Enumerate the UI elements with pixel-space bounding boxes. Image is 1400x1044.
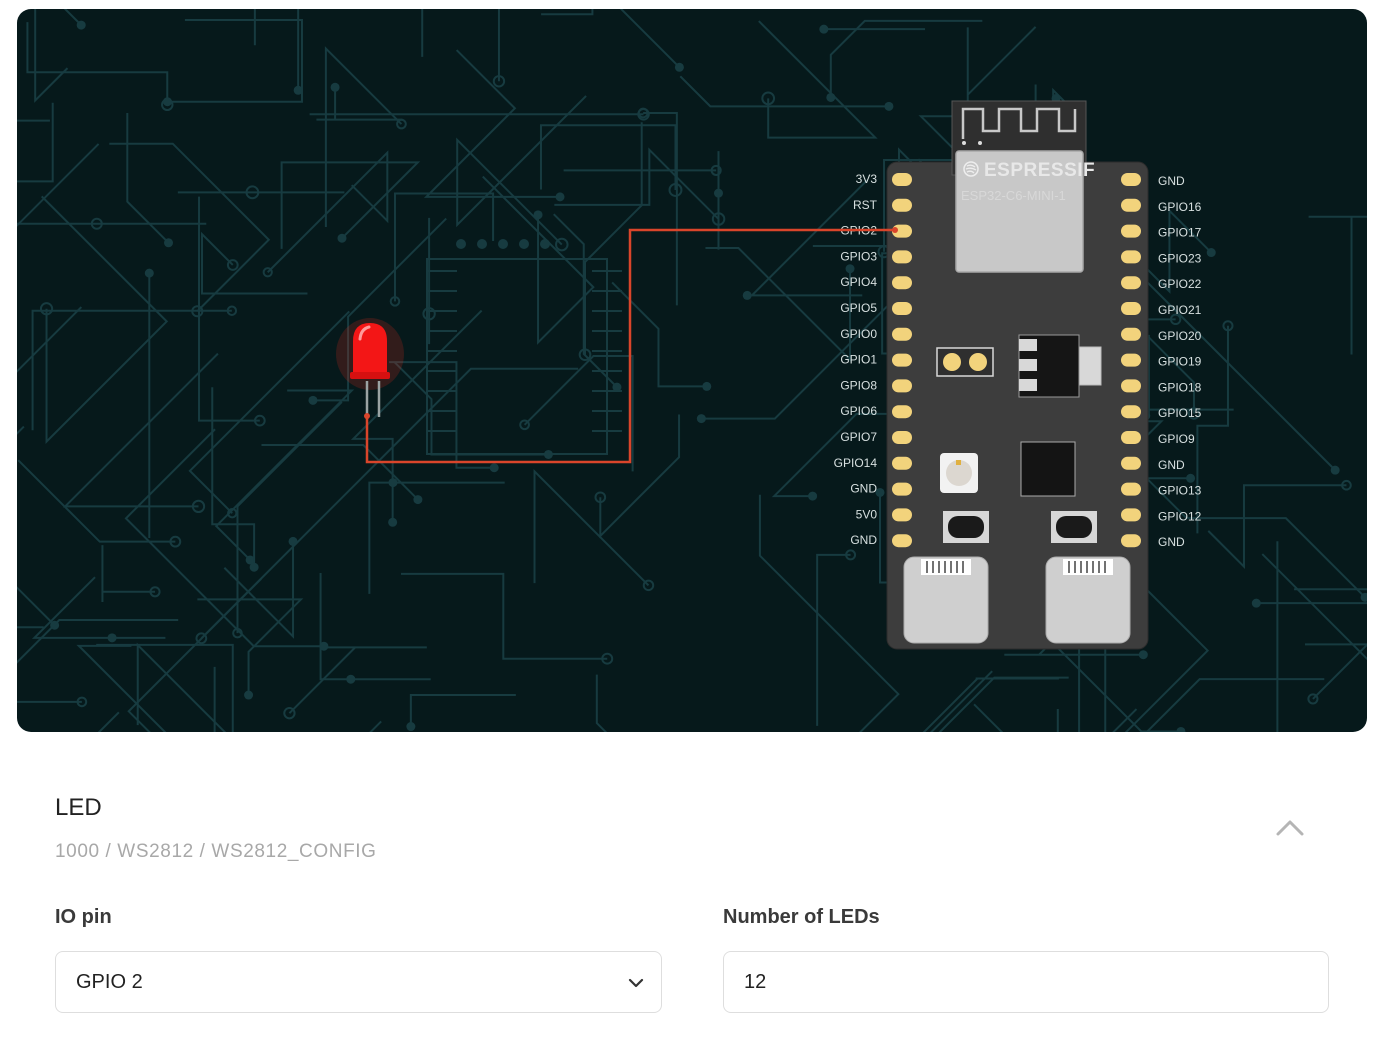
right-pin-header: GND GPIO16 GPIO17 GPIO23 GPIO22 GPIO21 GPIO20 G… [1121, 173, 1202, 549]
pin-pad[interactable] [1121, 250, 1141, 264]
pin-label: GPIO7 [840, 430, 877, 444]
pin-label: GPIO18 [1158, 380, 1202, 394]
io-pin-value: GPIO 2 [76, 971, 143, 993]
pin-pad[interactable] [892, 482, 912, 496]
pin-label: GPIO9 [1158, 432, 1195, 446]
pin-label: GPIO6 [840, 404, 877, 418]
pin-pad[interactable] [1121, 482, 1141, 496]
pin-label: GND [1158, 174, 1185, 188]
pin-label: GPIO22 [1158, 277, 1202, 291]
usb-port-right[interactable] [1045, 556, 1131, 644]
component-title: LED [55, 794, 102, 821]
pin-label: 5V0 [856, 507, 878, 521]
voltage-regulator [1078, 346, 1102, 386]
pin-pad[interactable] [1121, 353, 1141, 367]
board-brand: ESPRESSIF [984, 160, 1095, 181]
left-pin-header: 3V3RSTGPIO2GPIO3GPIO4GPIO5GPIO0GPIO1GPIO… [834, 172, 912, 548]
num-leds-label: Number of LEDs [723, 906, 880, 928]
pin-pad[interactable] [892, 431, 912, 444]
pin-pad[interactable] [1121, 534, 1141, 548]
pin-pad[interactable] [892, 276, 912, 290]
pin-pad[interactable] [1121, 302, 1141, 315]
pin-pad[interactable] [1121, 327, 1141, 341]
chevron-down-icon [628, 978, 644, 988]
pin-pad[interactable] [892, 456, 912, 470]
pin-label: GPIO12 [1158, 509, 1202, 523]
pin-label: GPIO1 [840, 353, 877, 367]
gpio2-pin-dot[interactable] [892, 227, 898, 233]
pin-label: GPIO15 [1158, 406, 1202, 420]
pin-pad[interactable] [892, 508, 912, 522]
pin-pad[interactable] [892, 405, 912, 419]
pin-pad[interactable] [1121, 508, 1141, 522]
pin-label: GND [1158, 535, 1185, 549]
chevron-up-icon [1276, 820, 1304, 836]
pin-pad[interactable] [1121, 405, 1141, 419]
pin-pad[interactable] [892, 353, 912, 367]
num-leds-input[interactable]: 12 [723, 951, 1329, 1013]
pin-label: GPIO5 [840, 301, 877, 315]
pin-pad[interactable] [892, 250, 912, 264]
io-pin-label: IO pin [55, 906, 112, 928]
pin-pad[interactable] [1121, 198, 1141, 212]
pin-label: 3V3 [856, 172, 878, 186]
led-component[interactable] [336, 318, 404, 419]
pin-label: GPIO16 [1158, 200, 1202, 214]
pin-label: GND [850, 482, 877, 496]
simulation-canvas[interactable]: ESPRESSIF ESP32-C6-MINI-1 3V3 RST GPIO2 … [17, 9, 1367, 732]
pin-label: GPIO14 [834, 456, 878, 470]
module-name: ESP32-C6-MINI-1 [961, 188, 1066, 203]
pin-label: GND [1158, 458, 1185, 472]
pin-pad[interactable] [1121, 173, 1141, 186]
usb-bridge-chip [1020, 441, 1076, 497]
pin-label: GPIO13 [1158, 484, 1202, 498]
pin-pad[interactable] [1121, 431, 1141, 444]
pin-label: GPIO17 [1158, 226, 1202, 240]
pin-pad[interactable] [892, 198, 912, 212]
esp32-c6-board[interactable]: ESPRESSIF ESP32-C6-MINI-1 3V3RSTGPIO2GPI… [834, 100, 1202, 650]
usb-port-left[interactable] [903, 556, 989, 644]
boot-button[interactable] [943, 511, 989, 543]
pin-label: RST [853, 198, 878, 212]
pin-pad[interactable] [892, 173, 912, 186]
pin-pad[interactable] [892, 379, 912, 393]
pin-pad[interactable] [1121, 456, 1141, 470]
pin-label: GPIO19 [1158, 355, 1202, 369]
pin-label: GPIO4 [840, 275, 877, 289]
pin-pad[interactable] [892, 327, 912, 341]
pin-label: GPIO23 [1158, 251, 1202, 265]
reset-button[interactable] [1051, 511, 1097, 543]
pin-label: GPIO0 [840, 327, 877, 341]
pin-pad[interactable] [1121, 276, 1141, 290]
pin-pad[interactable] [892, 534, 912, 548]
collapse-button[interactable] [1270, 812, 1310, 844]
circuit-diagram: ESPRESSIF ESP32-C6-MINI-1 3V3RSTGPIO2GPI… [17, 9, 1367, 732]
pin-label: GND [850, 533, 877, 547]
num-leds-value: 12 [744, 971, 767, 993]
pin-label: GPIO20 [1158, 329, 1202, 343]
pin-pad[interactable] [1121, 224, 1141, 238]
pin-pad[interactable] [892, 302, 912, 315]
pin-label: GPIO8 [840, 378, 877, 392]
pin-label: GPIO3 [840, 249, 877, 263]
io-pin-select[interactable]: GPIO 2 [55, 951, 662, 1013]
pin-label: GPIO21 [1158, 303, 1202, 317]
pin-pad[interactable] [1121, 379, 1141, 393]
pcb-background [17, 9, 1367, 732]
component-path: 1000 / WS2812 / WS2812_CONFIG [55, 841, 377, 862]
